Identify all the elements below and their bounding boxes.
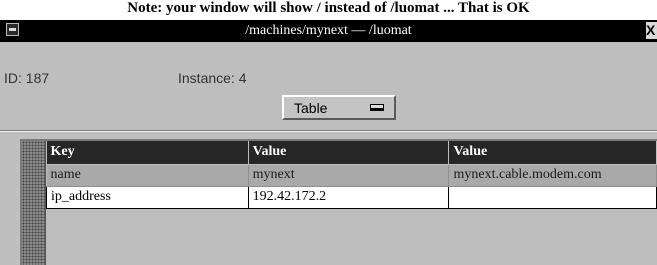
table-header-row: Key Value Value: [46, 141, 657, 165]
row-header-column[interactable]: [22, 141, 46, 265]
table-cell[interactable]: mynext: [248, 164, 450, 187]
view-mode-value: Table: [294, 100, 328, 116]
table-cell[interactable]: name: [46, 164, 249, 187]
view-mode-select[interactable]: Table: [282, 95, 396, 120]
instruction-note: Note: your window will show / instead of…: [127, 0, 530, 16]
property-grid: Key Value Value name mynext mynext.cable…: [46, 141, 657, 209]
window-title: /machines/mynext — /luomat: [245, 23, 412, 38]
separator: [0, 130, 657, 132]
table-cell[interactable]: ip_address: [46, 185, 249, 209]
table-cell[interactable]: [448, 185, 657, 209]
table-cell[interactable]: mynext.cable.modem.com: [448, 164, 657, 187]
object-id-label: ID: 187: [4, 70, 50, 86]
object-inspector-panel: ID: 187 Instance: 4 Table Key Value Valu…: [0, 42, 657, 265]
table-row[interactable]: ip_address 192.42.172.2: [46, 185, 657, 209]
instance-label: Instance: 4: [178, 70, 247, 86]
window-titlebar[interactable]: /machines/mynext — /luomat X: [0, 20, 657, 42]
table-cell[interactable]: 192.42.172.2: [247, 185, 450, 209]
column-header-value[interactable]: Value: [248, 141, 450, 165]
option-menu-indicator-icon: [370, 104, 384, 111]
table-row[interactable]: name mynext mynext.cable.modem.com: [46, 164, 657, 187]
property-table: Key Value Value name mynext mynext.cable…: [20, 139, 657, 265]
close-icon[interactable]: X: [646, 22, 657, 39]
column-header-value[interactable]: Value: [448, 141, 657, 165]
column-header-key[interactable]: Key: [46, 141, 249, 165]
